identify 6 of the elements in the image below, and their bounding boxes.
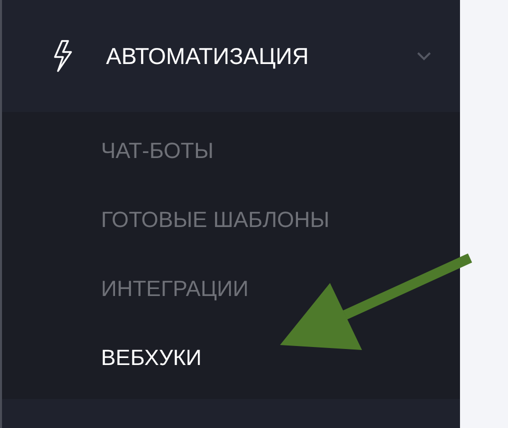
submenu-item[interactable]: ЧАТ-БОТЫ	[101, 116, 214, 185]
chevron-icon	[416, 51, 432, 61]
lightning-icon	[52, 40, 74, 72]
submenu-item[interactable]: ГОТОВЫЕ ШАБЛОНЫ	[101, 185, 330, 254]
submenu-item[interactable]: ИНТЕГРАЦИИ	[101, 254, 249, 323]
submenu-item[interactable]: ВЕБХУКИ	[101, 323, 202, 392]
